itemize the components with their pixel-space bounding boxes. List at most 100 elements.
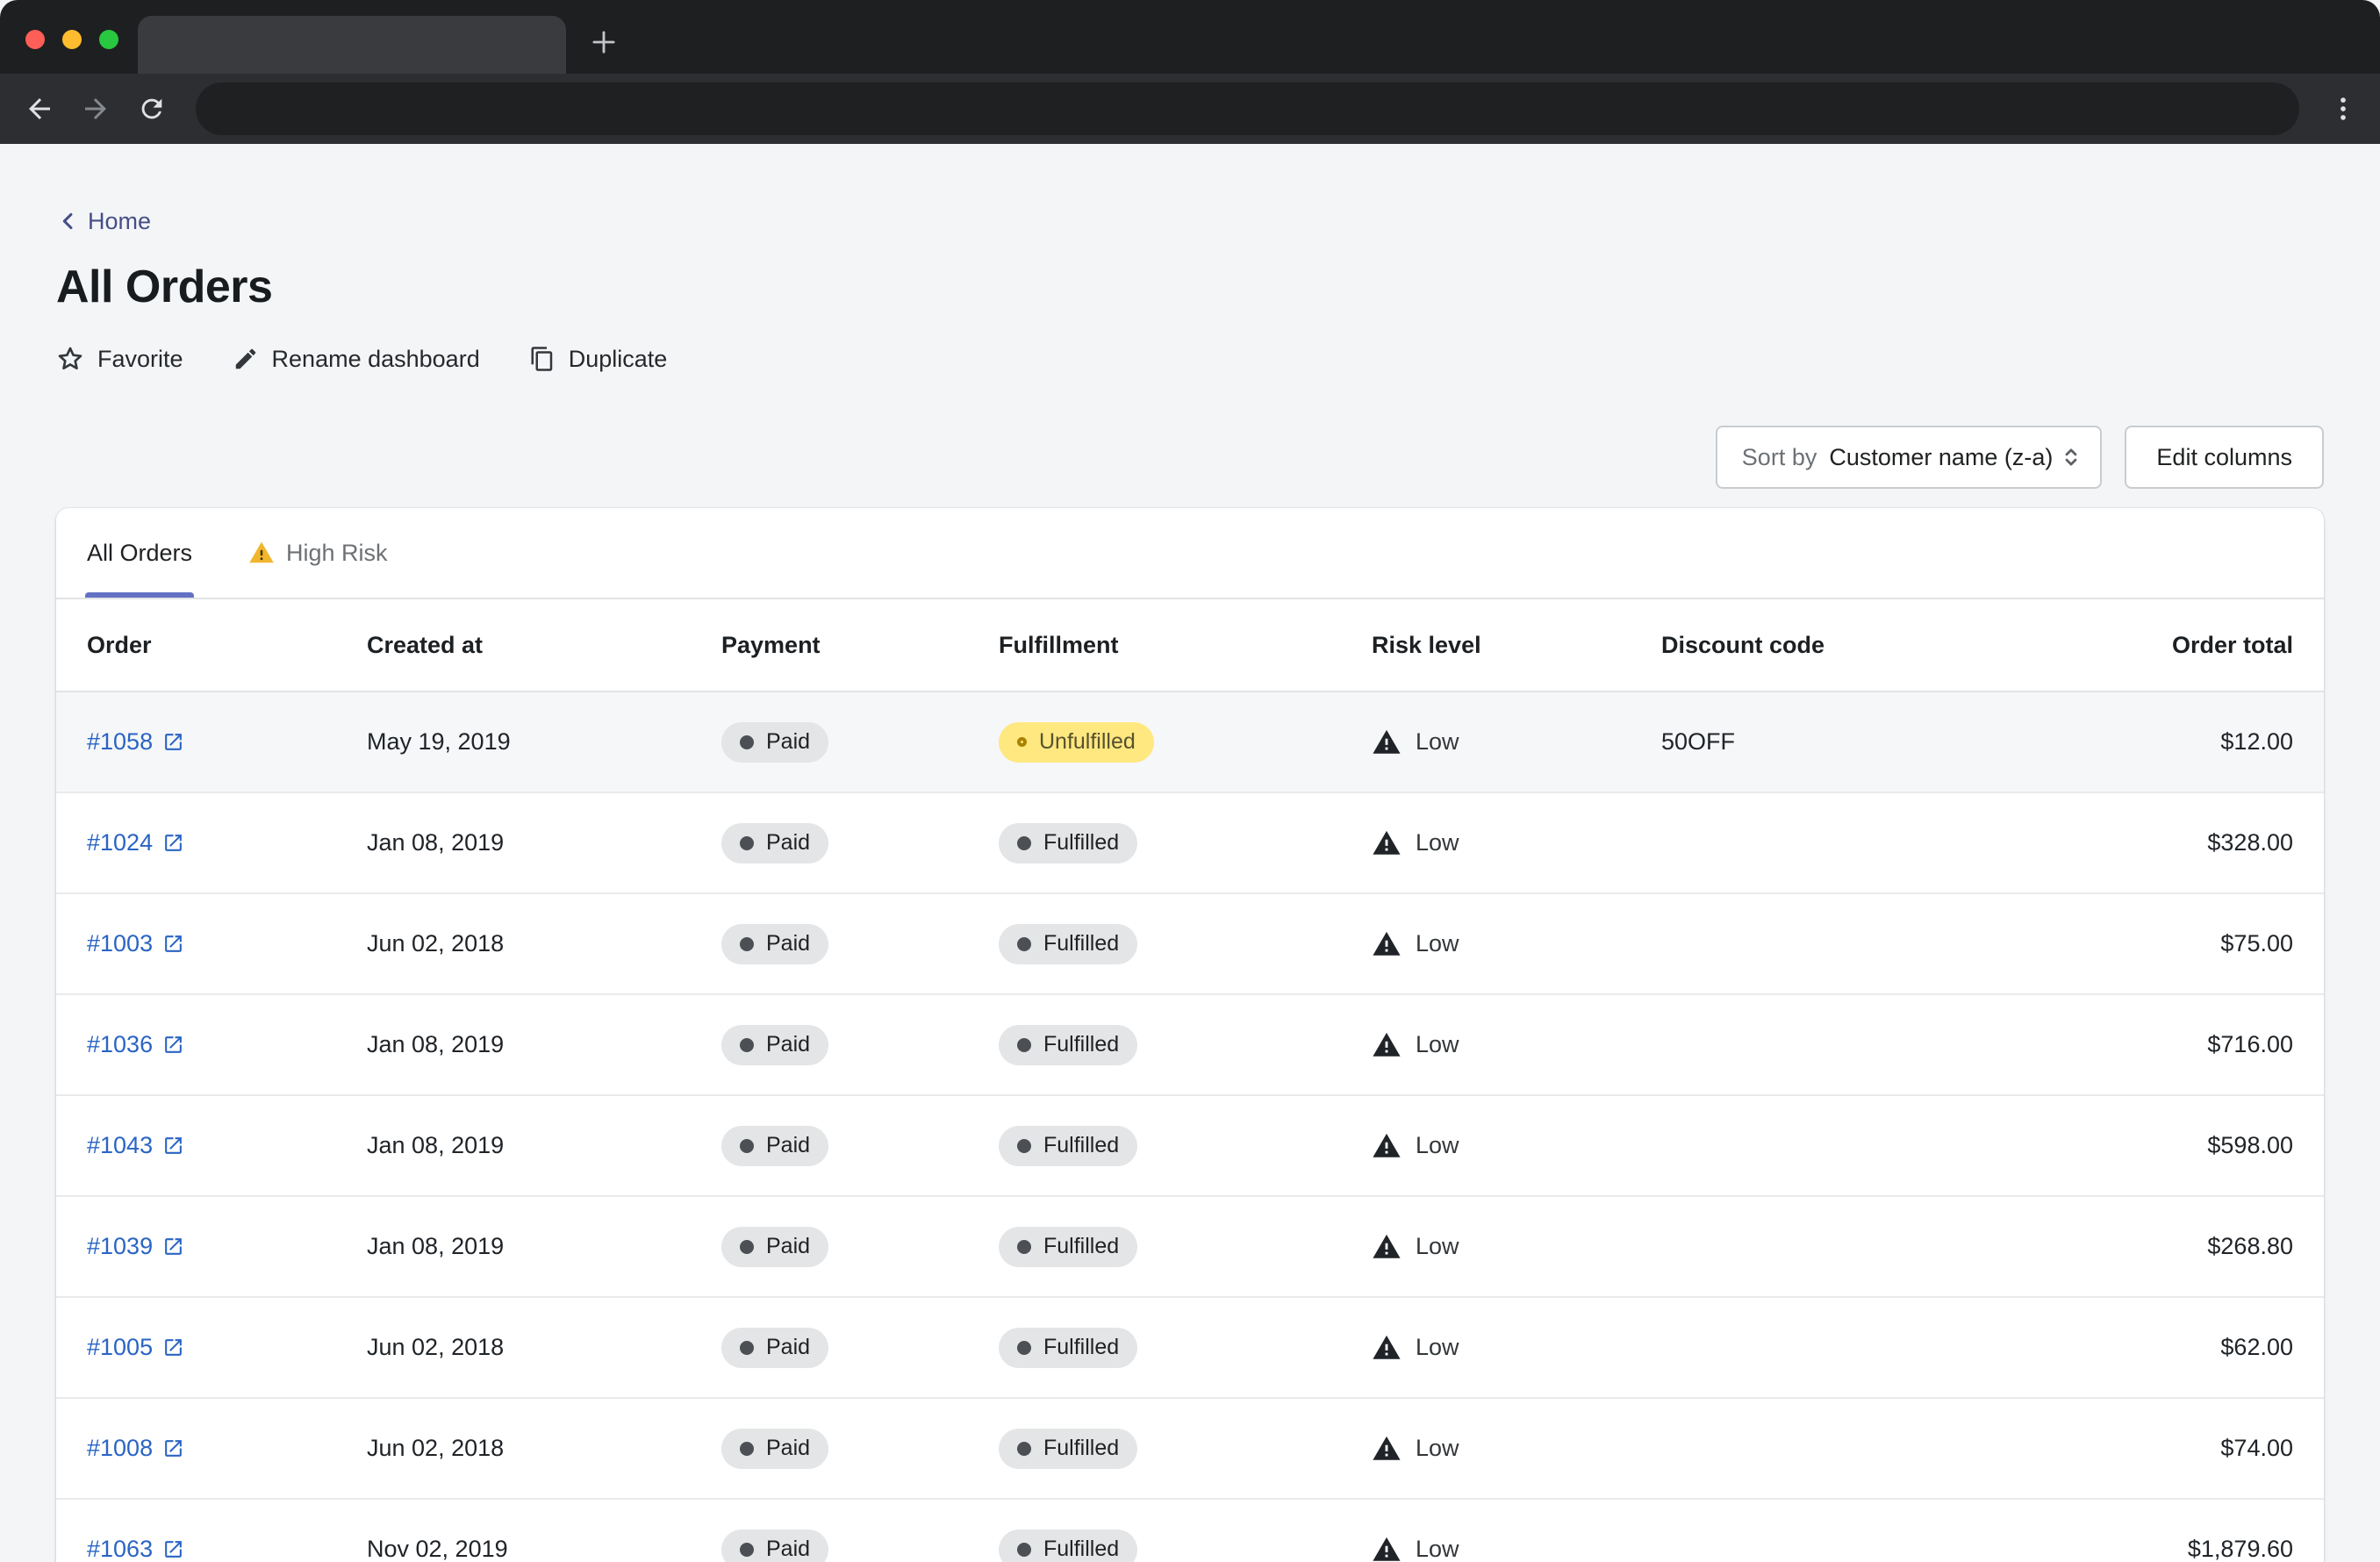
risk-warning-icon [1372, 828, 1401, 858]
duplicate-icon [529, 346, 556, 372]
column-header: Fulfillment [999, 632, 1372, 659]
external-link-icon [162, 1437, 184, 1459]
favorite-label: Favorite [97, 346, 183, 373]
badge-dot [1017, 937, 1031, 951]
risk-warning-icon [1372, 1232, 1401, 1262]
risk-warning-icon [1372, 929, 1401, 959]
browser-menu-button[interactable] [2315, 81, 2371, 137]
table-row: #1008Jun 02, 2018PaidFulfilledLow$74.00 [56, 1399, 2324, 1500]
order-number: #1024 [87, 829, 153, 856]
rename-dashboard-label: Rename dashboard [272, 346, 480, 373]
risk-level-label: Low [1416, 1132, 1459, 1159]
forward-arrow-icon [80, 93, 111, 125]
payment-badge: Paid [721, 1429, 828, 1469]
column-header: Discount code [1661, 632, 2012, 659]
external-link-icon [162, 1538, 184, 1560]
risk-warning-icon [1372, 1030, 1401, 1060]
duplicate-button[interactable]: Duplicate [529, 346, 668, 373]
kebab-menu-icon [2328, 94, 2358, 124]
column-header: Created at [367, 632, 721, 659]
order-total-cell: $328.00 [2012, 829, 2293, 856]
risk-level-label: Low [1416, 829, 1459, 856]
star-icon [56, 345, 84, 373]
payment-badge: Paid [721, 1530, 828, 1562]
zoom-window-button[interactable] [99, 30, 118, 49]
badge-dot [1017, 1038, 1031, 1052]
fulfillment-badge: Fulfilled [999, 1227, 1137, 1267]
payment-badge: Paid [721, 722, 828, 763]
warning-icon [248, 540, 275, 566]
back-arrow-icon [24, 93, 55, 125]
column-header: Order total [2012, 632, 2293, 659]
risk-level-cell: Low [1372, 1030, 1661, 1060]
duplicate-label: Duplicate [569, 346, 668, 373]
column-header: Payment [721, 632, 999, 659]
table-row: #1039Jan 08, 2019PaidFulfilledLow$268.80 [56, 1197, 2324, 1298]
order-link[interactable]: #1043 [87, 1132, 184, 1159]
order-link[interactable]: #1036 [87, 1031, 184, 1058]
table-row: #1005Jun 02, 2018PaidFulfilledLow$62.00 [56, 1298, 2324, 1399]
badge-dot [1017, 1139, 1031, 1153]
close-window-button[interactable] [25, 30, 45, 49]
discount-code-cell: 50OFF [1661, 728, 2012, 756]
order-total-cell: $62.00 [2012, 1334, 2293, 1361]
risk-level-cell: Low [1372, 1434, 1661, 1464]
risk-level-label: Low [1416, 728, 1459, 756]
risk-level-label: Low [1416, 1031, 1459, 1058]
browser-tab-strip [0, 0, 2380, 74]
created-at-cell: Jun 02, 2018 [367, 1435, 721, 1462]
badge-dot [740, 937, 754, 951]
order-link[interactable]: #1063 [87, 1536, 184, 1562]
risk-level-label: Low [1416, 1233, 1459, 1260]
new-tab-button[interactable] [583, 21, 625, 63]
rename-dashboard-button[interactable]: Rename dashboard [233, 346, 480, 373]
sort-select[interactable]: Sort by Customer name (z-a) [1716, 426, 2103, 489]
risk-warning-icon [1372, 1535, 1401, 1562]
breadcrumb[interactable]: Home [56, 207, 151, 235]
sort-prefix-label: Sort by [1742, 444, 1817, 471]
order-link[interactable]: #1003 [87, 930, 184, 957]
minimize-window-button[interactable] [62, 30, 82, 49]
forward-button[interactable] [68, 81, 124, 137]
order-total-cell: $75.00 [2012, 930, 2293, 957]
fulfillment-badge: Fulfilled [999, 1429, 1137, 1469]
payment-badge: Paid [721, 1227, 828, 1267]
order-total-cell: $268.80 [2012, 1233, 2293, 1260]
order-link[interactable]: #1039 [87, 1233, 184, 1260]
fulfillment-badge: Fulfilled [999, 1328, 1137, 1368]
tab-high-risk[interactable]: High Risk [248, 508, 388, 598]
risk-level-label: Low [1416, 1435, 1459, 1462]
risk-level-cell: Low [1372, 828, 1661, 858]
order-number: #1036 [87, 1031, 153, 1058]
order-total-cell: $1,879.60 [2012, 1536, 2293, 1562]
table-row: #1003Jun 02, 2018PaidFulfilledLow$75.00 [56, 894, 2324, 995]
order-link[interactable]: #1005 [87, 1334, 184, 1361]
risk-warning-icon [1372, 727, 1401, 757]
order-number: #1003 [87, 930, 153, 957]
dashboard-actions: Favorite Rename dashboard Duplicate [56, 340, 2324, 378]
reload-button[interactable] [124, 81, 180, 137]
risk-level-cell: Low [1372, 1131, 1661, 1161]
browser-tab[interactable] [138, 16, 566, 74]
plus-icon [587, 25, 620, 59]
order-link[interactable]: #1024 [87, 829, 184, 856]
external-link-icon [162, 731, 184, 753]
reload-icon [137, 94, 167, 124]
order-link[interactable]: #1008 [87, 1435, 184, 1462]
payment-badge: Paid [721, 924, 828, 964]
table-row: #1024Jan 08, 2019PaidFulfilledLow$328.00 [56, 793, 2324, 894]
order-total-cell: $12.00 [2012, 728, 2293, 756]
external-link-icon [162, 1034, 184, 1056]
address-bar[interactable] [196, 82, 2299, 135]
favorite-button[interactable]: Favorite [56, 345, 183, 373]
order-link[interactable]: #1058 [87, 728, 184, 756]
fulfillment-badge: Fulfilled [999, 1025, 1137, 1065]
back-button[interactable] [11, 81, 68, 137]
tab-all-orders[interactable]: All Orders [87, 508, 192, 598]
payment-badge: Paid [721, 823, 828, 863]
external-link-icon [162, 832, 184, 854]
badge-dot [1017, 1240, 1031, 1254]
window-controls [25, 30, 118, 49]
edit-columns-button[interactable]: Edit columns [2125, 426, 2324, 489]
column-header: Risk level [1372, 632, 1661, 659]
